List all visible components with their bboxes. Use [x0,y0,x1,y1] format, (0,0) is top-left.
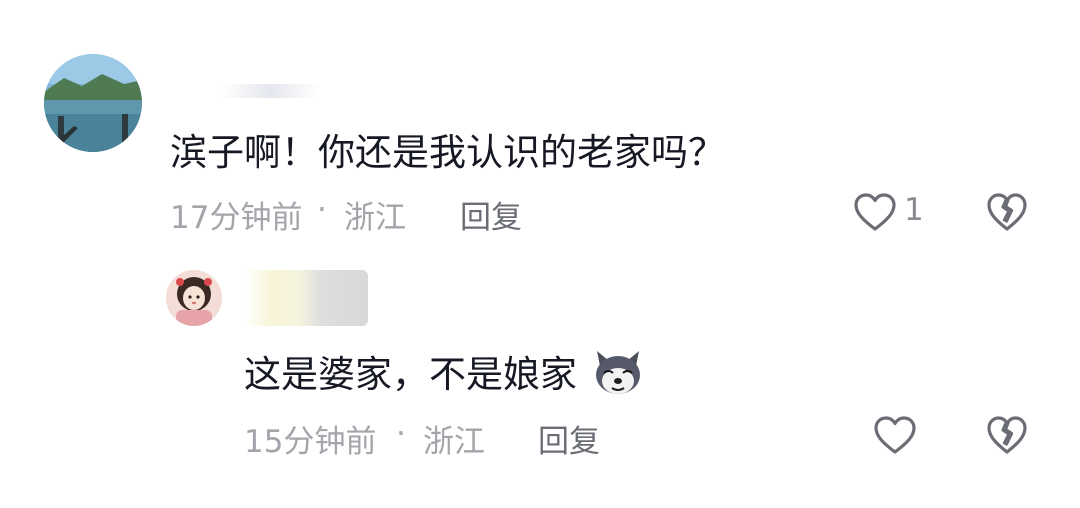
like-count: 1 [904,192,924,228]
reply-time: 15分钟前 [244,424,377,460]
reply-button[interactable]: 回复 [538,416,600,461]
comment-time: 17分钟前 [170,200,303,236]
heart-outline-icon [854,193,896,231]
avatar[interactable] [44,54,142,152]
dislike-button[interactable] [984,413,1030,457]
husky-dog-emoji [591,345,645,399]
reply-button[interactable]: 回复 [460,192,522,237]
avatar[interactable] [166,270,222,326]
meta-separator: · [396,416,406,452]
avatar-seaside-photo [44,54,142,152]
reply-text-content: 这是婆家，不是娘家 [244,353,577,396]
meta-separator: · [317,192,327,228]
username-redacted [244,270,368,326]
like-button[interactable] [872,413,918,457]
username-redacted [220,84,320,98]
broken-heart-icon [987,416,1027,454]
heart-outline-icon [874,416,916,454]
comment-location: 浙江 [344,200,406,236]
like-button[interactable] [852,190,898,234]
broken-heart-icon [987,193,1027,231]
comment-text: 滨子啊！你还是我认识的老家吗？ [170,131,725,174]
avatar-girl-illustration [166,270,222,326]
reply-text: 这是婆家，不是娘家 [244,344,645,399]
dislike-button[interactable] [984,190,1030,234]
reply-location: 浙江 [423,424,485,460]
